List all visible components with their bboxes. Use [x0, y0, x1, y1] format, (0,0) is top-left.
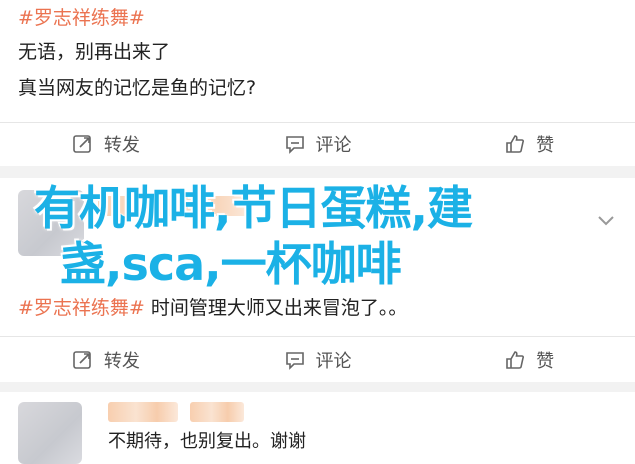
- action-bar-2: 转发 评论 赞: [0, 340, 635, 380]
- repost-label: 转发: [103, 351, 140, 372]
- post1-line2: 真当网友的记忆是鱼的记忆?: [18, 77, 257, 99]
- comment-label: 评论: [315, 351, 352, 372]
- separator-band: [0, 382, 635, 392]
- like-button[interactable]: 赞: [423, 340, 635, 380]
- post2-body: #罗志祥练舞# 时间管理大师又出来冒泡了。。: [18, 296, 407, 320]
- divider: [0, 336, 635, 337]
- repost-label: 转发: [103, 135, 140, 156]
- thumbs-up-icon: [506, 351, 525, 369]
- post1-line1: 无语，别再出来了: [18, 41, 171, 63]
- like-label: 赞: [536, 351, 555, 372]
- comment-icon: [285, 352, 304, 370]
- avatar[interactable]: [18, 402, 82, 464]
- divider: [0, 122, 635, 123]
- repost-button[interactable]: 转发: [0, 124, 212, 164]
- overlay-caption: 有机咖啡,节日蛋糕,建 盏,sca,一杯咖啡: [34, 180, 614, 292]
- hashtag-link[interactable]: #罗志祥练舞#: [18, 7, 145, 29]
- username-blurred[interactable]: [108, 402, 178, 422]
- like-label: 赞: [536, 135, 555, 156]
- overlay-line1: 有机咖啡,节日蛋糕,建: [34, 181, 473, 235]
- thumbs-up-icon: [506, 135, 525, 153]
- post3-text: 不期待，也别复出。谢谢: [108, 431, 306, 452]
- comment-label: 评论: [315, 135, 352, 156]
- comment-icon: [285, 136, 304, 154]
- repost-button[interactable]: 转发: [0, 340, 212, 380]
- comment-button[interactable]: 评论: [212, 124, 424, 164]
- separator-band: [0, 166, 635, 178]
- repost-icon: [73, 135, 91, 153]
- comment-button[interactable]: 评论: [212, 340, 424, 380]
- like-button[interactable]: 赞: [423, 124, 635, 164]
- post2-text: 时间管理大师又出来冒泡了。。: [144, 297, 408, 319]
- overlay-line2: 盏,sca,一杯咖啡: [60, 237, 402, 291]
- post1-hashtag[interactable]: #罗志祥练舞#: [18, 6, 145, 30]
- repost-icon: [73, 351, 91, 369]
- hashtag-link[interactable]: #罗志祥练舞#: [18, 297, 145, 319]
- username-blurred[interactable]: [190, 402, 244, 422]
- action-bar-1: 转发 评论 赞: [0, 124, 635, 164]
